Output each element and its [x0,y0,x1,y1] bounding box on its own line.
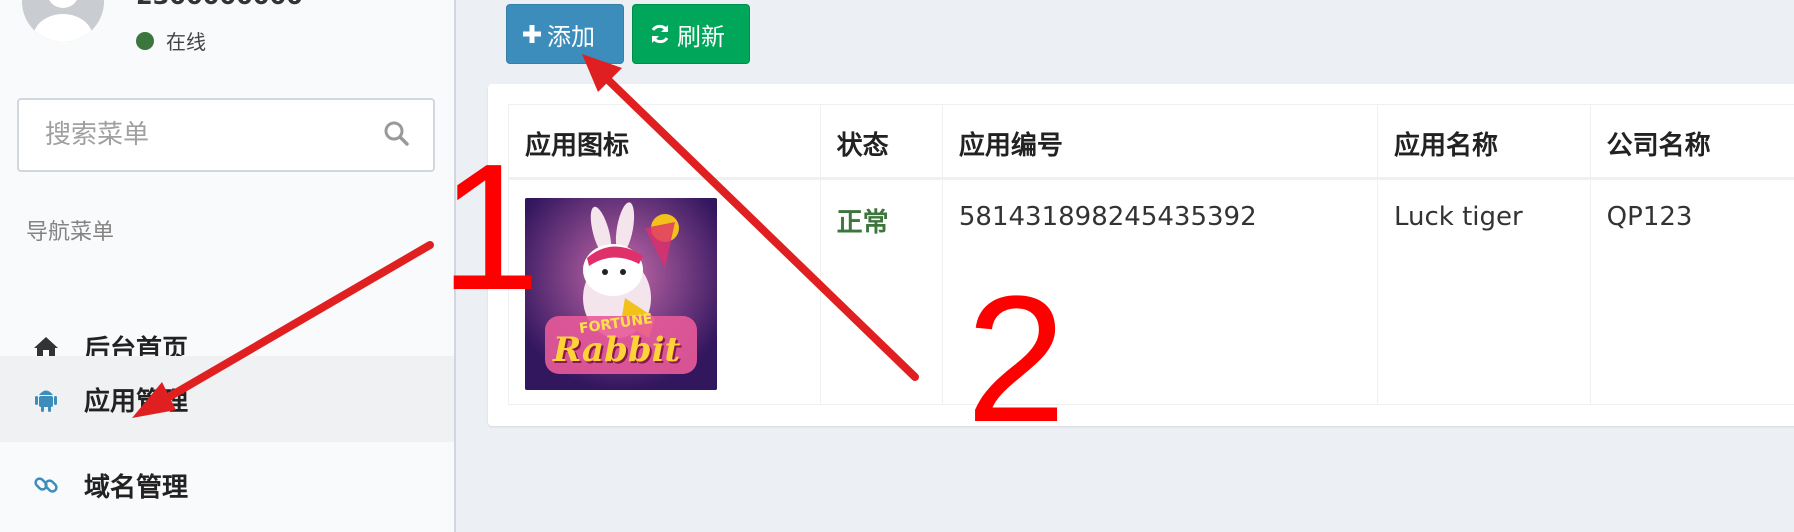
user-name: 2300000000 [136,0,303,10]
refresh-icon [649,23,671,45]
search-icon[interactable] [383,120,409,150]
app-icon-cell: FORTUNE Rabbit [508,178,821,405]
company-cell: QP123 [1589,178,1794,405]
annotation-number-2: 2 [966,259,1067,460]
column-header-app-name[interactable]: 应用名称 [1376,104,1591,180]
add-button-label: 添加 [547,23,595,51]
fortune-rabbit-logo-text: Rabbit [553,330,681,370]
nav-header: 导航菜单 [26,220,115,245]
table-header-row: 应用图标 状态 应用编号 应用名称 公司名称 [508,104,1794,180]
table-row[interactable]: FORTUNE Rabbit 正常 581431898245435392 Luc… [508,178,1794,405]
sidebar-item-label: 域名管理 [84,472,189,503]
refresh-button[interactable]: 刷新 [632,4,750,64]
search-input[interactable] [45,120,365,150]
sidebar: 2300000000 在线 导航菜单 后台首页 [0,0,456,532]
refresh-button-label: 刷新 [677,23,725,51]
app-table: 应用图标 状态 应用编号 应用名称 公司名称 FORTUNE Rabbit 正常… [508,104,1794,405]
column-header-status[interactable]: 状态 [819,104,943,180]
sidebar-item-app-management[interactable]: 应用管理 [0,356,454,442]
sidebar-item-label: 应用管理 [84,386,189,417]
column-header-icon[interactable]: 应用图标 [508,104,821,180]
fortune-rabbit-image: FORTUNE Rabbit [525,198,717,390]
link-icon [32,471,60,499]
app-list-box: 应用图标 状态 应用编号 应用名称 公司名称 FORTUNE Rabbit 正常… [488,84,1794,426]
online-dot-icon [136,31,154,50]
status-cell: 正常 [819,178,943,405]
column-header-app-id[interactable]: 应用编号 [941,104,1378,180]
sidebar-search [17,98,435,172]
add-button[interactable]: 添加 [506,4,624,64]
annotation-number-1: 1 [440,127,541,328]
sidebar-item-domain-management[interactable]: 域名管理 [0,442,454,528]
user-status: 在线 [136,26,206,55]
user-status-label: 在线 [166,30,206,54]
android-icon [32,385,60,413]
plus-icon [523,25,541,43]
avatar [22,0,104,42]
toolbar: 添加 刷新 [506,4,750,64]
app-name-cell: Luck tiger [1376,178,1591,405]
user-panel: 2300000000 在线 [0,0,456,80]
column-header-company[interactable]: 公司名称 [1589,104,1794,180]
